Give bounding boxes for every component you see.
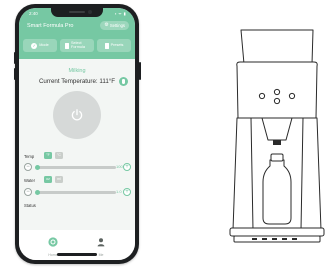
machine-bottle [262, 159, 292, 225]
machine-base [229, 227, 325, 237]
machine-head [236, 61, 318, 119]
phone-notch [51, 8, 103, 17]
machine-spout [273, 140, 281, 145]
phone-camera [88, 10, 92, 14]
machine-funnel [261, 117, 293, 141]
machine-water-tank [240, 29, 314, 65]
machine-bottle-cap [270, 153, 284, 162]
formula-machine-illustration [229, 29, 325, 243]
machine-back-column [232, 117, 254, 231]
stage: 2:40 ▪ ᯤ ▮ Smart Formula Pro ⚙ Settings … [0, 0, 334, 271]
phone-speaker [69, 11, 85, 13]
